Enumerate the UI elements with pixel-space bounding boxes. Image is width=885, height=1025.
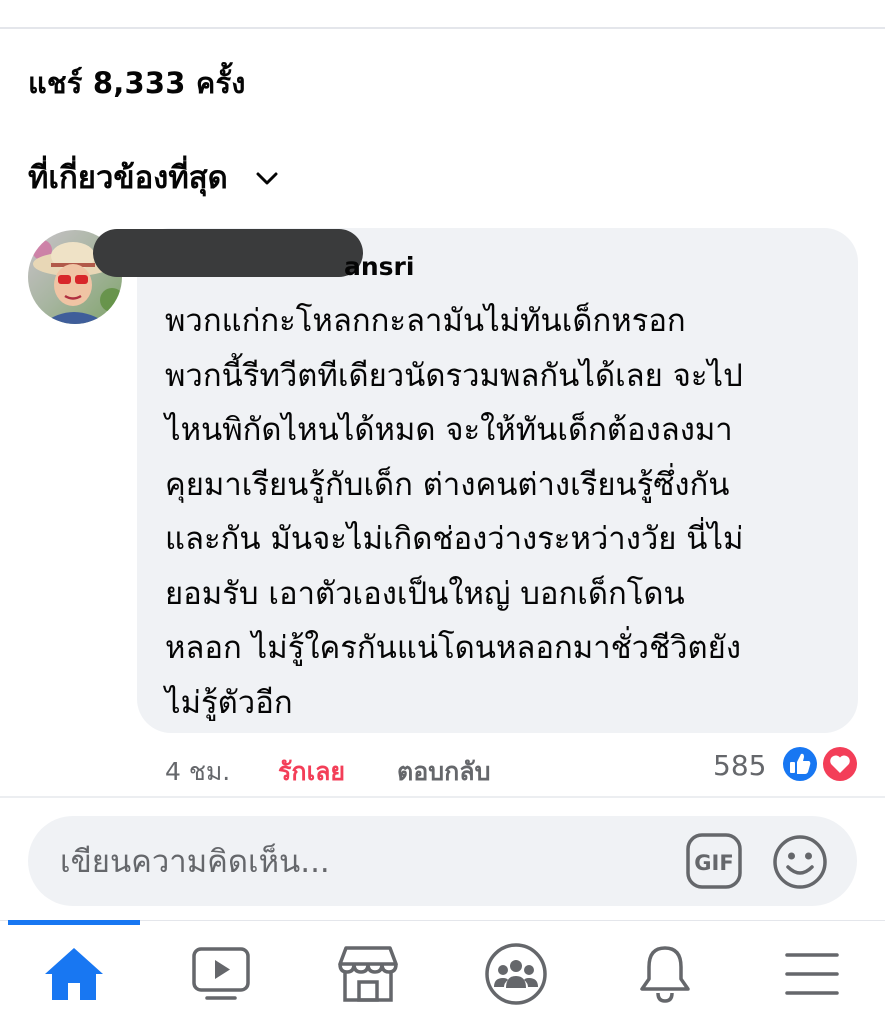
marketplace-icon <box>338 946 398 1002</box>
video-icon <box>192 947 250 1000</box>
gif-icon-label: GIF <box>694 851 733 875</box>
reply-button[interactable]: ตอบกลับ <box>397 752 490 792</box>
active-tab-indicator <box>8 920 140 925</box>
menu-icon <box>785 953 839 995</box>
gif-button[interactable]: GIF <box>686 833 742 893</box>
redacted-author-name <box>93 229 363 277</box>
comment-timestamp[interactable]: 4 ชม. <box>165 752 230 792</box>
bottom-tab-bar <box>0 920 885 1025</box>
share-count[interactable]: แชร์ 8,333 ครั้ง <box>28 60 246 106</box>
tab-marketplace[interactable] <box>328 939 408 1009</box>
tab-menu[interactable] <box>772 939 852 1009</box>
tab-notifications[interactable] <box>625 939 705 1009</box>
tab-home[interactable] <box>34 939 114 1009</box>
tab-groups[interactable] <box>476 939 556 1009</box>
heart-reaction-icon <box>821 745 859 783</box>
love-reaction-button[interactable]: รักเลย <box>278 752 345 792</box>
comment-author[interactable]: ansri <box>344 252 414 281</box>
comment-sort-dropdown[interactable]: ที่เกี่ยวข้องที่สุด <box>28 152 278 202</box>
tab-watch[interactable] <box>181 939 261 1009</box>
comment-input[interactable] <box>58 836 662 888</box>
home-icon <box>45 948 103 1000</box>
smiley-icon <box>773 835 827 889</box>
comment-text: พวกแก่กะโหลกกะลามันไม่ทันเด็กหรอก พวกนี้… <box>165 303 744 721</box>
groups-icon <box>485 943 547 1005</box>
comment-actions: 4 ชม. รักเลย ตอบกลับ 585 <box>0 745 885 792</box>
sort-label: ที่เกี่ยวข้องที่สุด <box>28 160 228 196</box>
section-divider <box>0 796 885 798</box>
gif-icon: GIF <box>686 833 742 889</box>
top-divider <box>0 27 885 29</box>
emoji-button[interactable] <box>772 834 828 894</box>
chevron-down-icon <box>256 172 278 185</box>
like-reaction-icon <box>781 745 819 783</box>
notifications-icon <box>640 946 690 1003</box>
reaction-count[interactable]: 585 <box>713 749 766 782</box>
reaction-icons[interactable] <box>779 743 861 785</box>
comment-composer[interactable]: GIF <box>28 816 857 906</box>
